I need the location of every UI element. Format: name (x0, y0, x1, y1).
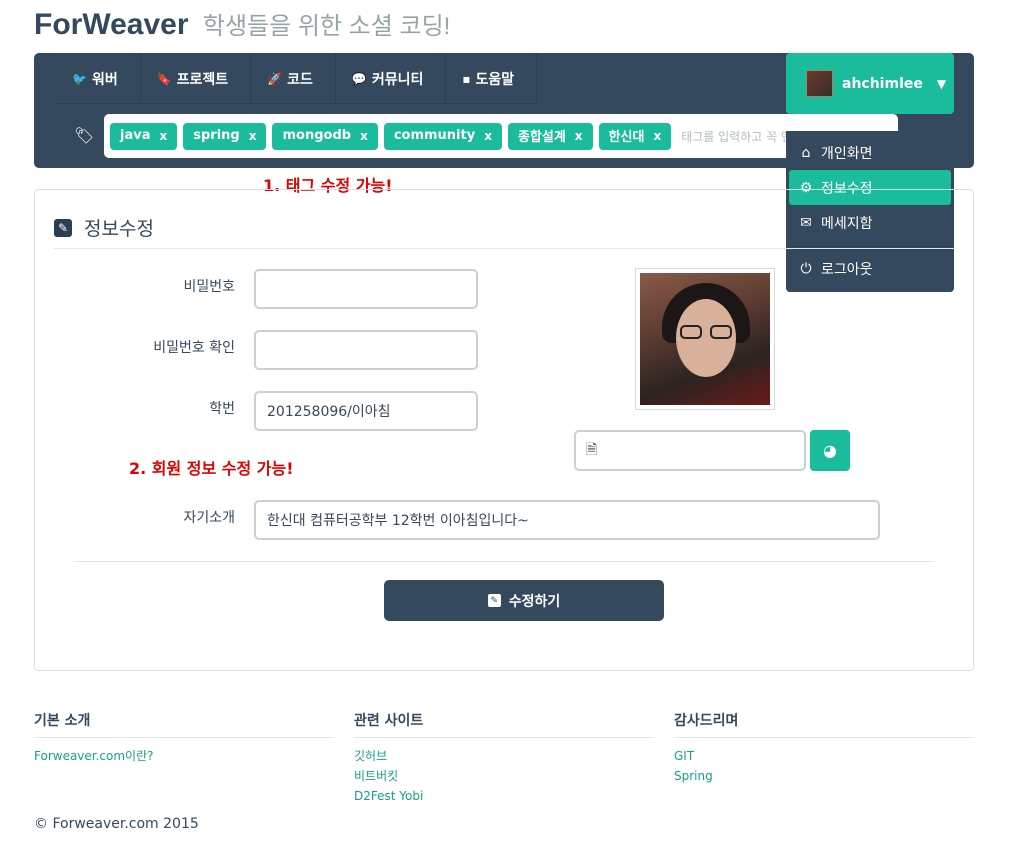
tag-remove-button[interactable]: x (653, 129, 661, 143)
bio-label: 자기소개 (183, 510, 235, 526)
password-confirm-label: 비밀번호 확인 (153, 340, 235, 356)
menu-item-home[interactable]: ⌂ 개인화면 (789, 135, 951, 170)
nav-item-label: 도움말 (475, 71, 515, 88)
footer-link[interactable]: 비트버킷 (354, 766, 654, 786)
footer-link[interactable]: Forweaver.com이란? (34, 746, 334, 766)
bio-field[interactable]: 한신대 컴퓨터공학부 12학번 이아침입니다~ (254, 500, 880, 540)
home-icon: ⌂ (801, 144, 811, 161)
divider (54, 248, 954, 249)
footer-link[interactable]: D2Fest Yobi (354, 786, 654, 806)
file-icon: 🗎 (586, 441, 598, 458)
caret-down-icon: ▼ (936, 76, 947, 91)
tag-chip[interactable]: mongodb x (272, 122, 378, 150)
profile-edit-panel: ✎ 정보수정 비밀번호 비밀번호 확인 학번 201258096/이아침 자기소… (34, 189, 974, 671)
password-label: 비밀번호 (183, 279, 235, 295)
tag-label: mongodb (282, 128, 352, 143)
footer-link[interactable]: 깃허브 (354, 746, 654, 766)
tag-remove-button[interactable]: x (360, 129, 368, 143)
tag-chip[interactable]: spring x (183, 122, 267, 150)
tag-label: community (393, 128, 476, 143)
nav-item-community[interactable]: 💬 커뮤니티 (336, 53, 447, 104)
nav-item-label: 커뮤니티 (371, 71, 424, 88)
student-id-field[interactable]: 201258096/이아침 (254, 391, 478, 431)
footer-heading: 기본 소개 (34, 710, 334, 738)
tag-label: 종합설계 (517, 130, 566, 145)
profile-photo-image (640, 273, 770, 405)
nav-item-label: 워버 (91, 71, 118, 88)
photo-file-input[interactable]: 🗎 (574, 430, 806, 471)
nav-item-weaver[interactable]: 🐦 워버 (56, 53, 141, 104)
footer-heading: 관련 사이트 (354, 710, 654, 738)
password-field[interactable] (254, 269, 478, 309)
comments-icon: 💬 (351, 71, 367, 86)
submit-button-label: 수정하기 (508, 593, 561, 610)
nav-menu: 🐦 워버 🔖 프로젝트 🚀 코드 💬 커뮤니티 ▪ 도움말 (56, 53, 538, 104)
help-icon: ▪ (462, 71, 471, 86)
rocket-icon: 🚀 (267, 71, 283, 86)
tag-input[interactable]: java x spring x mongodb x community x 종합설계 x … (104, 114, 898, 158)
nav-item-label: 코드 (287, 71, 313, 88)
twitter-icon: 🐦 (72, 71, 87, 86)
student-id-label: 학번 (209, 401, 235, 417)
panel-title: ✎ 정보수정 (54, 214, 154, 241)
nav-item-project[interactable]: 🔖 프로젝트 (141, 53, 252, 104)
panel-title-text: 정보수정 (84, 218, 154, 240)
upload-button[interactable]: ◕ (810, 430, 850, 471)
tag-remove-button[interactable]: x (159, 129, 167, 143)
footer-link[interactable]: GIT (674, 746, 974, 766)
nav-item-label: 프로젝트 (176, 71, 229, 88)
tag-chip[interactable]: java x (110, 122, 178, 150)
footer-about: 기본 소개 Forweaver.com이란? (34, 710, 334, 766)
tag-icon: 🏷 (74, 126, 95, 145)
edit-icon: ✎ (54, 218, 72, 237)
nav-item-help[interactable]: ▪ 도움말 (446, 53, 538, 104)
brand-tagline: 학생들을 위한 소셜 코딩! (202, 13, 451, 40)
username: ahchimlee (842, 75, 923, 92)
tag-remove-button[interactable]: x (484, 129, 492, 143)
menu-item-label: 개인화면 (821, 145, 873, 162)
footer-heading: 감사드리며 (674, 710, 974, 738)
tag-chip[interactable]: 종합설계 x (507, 122, 593, 150)
annotation-member-edit: 2. 회원 정보 수정 가능! (129, 459, 294, 478)
brand-title[interactable]: ForWeaver 학생들을 위한 소셜 코딩! (34, 6, 450, 42)
profile-photo (635, 268, 775, 410)
password-confirm-field[interactable] (254, 330, 478, 370)
tag-label: java (120, 128, 151, 143)
edit-icon: ✎ (487, 594, 501, 607)
copyright: © Forweaver.com 2015 (34, 816, 199, 832)
submit-button[interactable]: ✎ 수정하기 (384, 580, 664, 621)
tag-label: 한신대 (608, 130, 645, 145)
footer-link[interactable]: Spring (674, 766, 974, 786)
tag-chip[interactable]: community x (383, 122, 502, 150)
brand-name[interactable]: ForWeaver (34, 8, 189, 41)
tag-remove-button[interactable]: x (575, 129, 583, 143)
tag-chip[interactable]: 한신대 x (598, 122, 672, 150)
divider (74, 561, 934, 562)
globe-icon: ◕ (823, 441, 837, 460)
footer-related-sites: 관련 사이트 깃허브 비트버킷 D2Fest Yobi (354, 710, 654, 806)
footer-thanks: 감사드리며 GIT Spring (674, 710, 974, 786)
tag-label: spring (193, 128, 240, 143)
nav-item-code[interactable]: 🚀 코드 (251, 53, 336, 104)
user-menu-button[interactable]: ahchimlee ▼ (786, 53, 954, 114)
avatar (806, 70, 833, 97)
bookmark-icon: 🔖 (156, 71, 172, 86)
tag-remove-button[interactable]: x (249, 129, 257, 143)
